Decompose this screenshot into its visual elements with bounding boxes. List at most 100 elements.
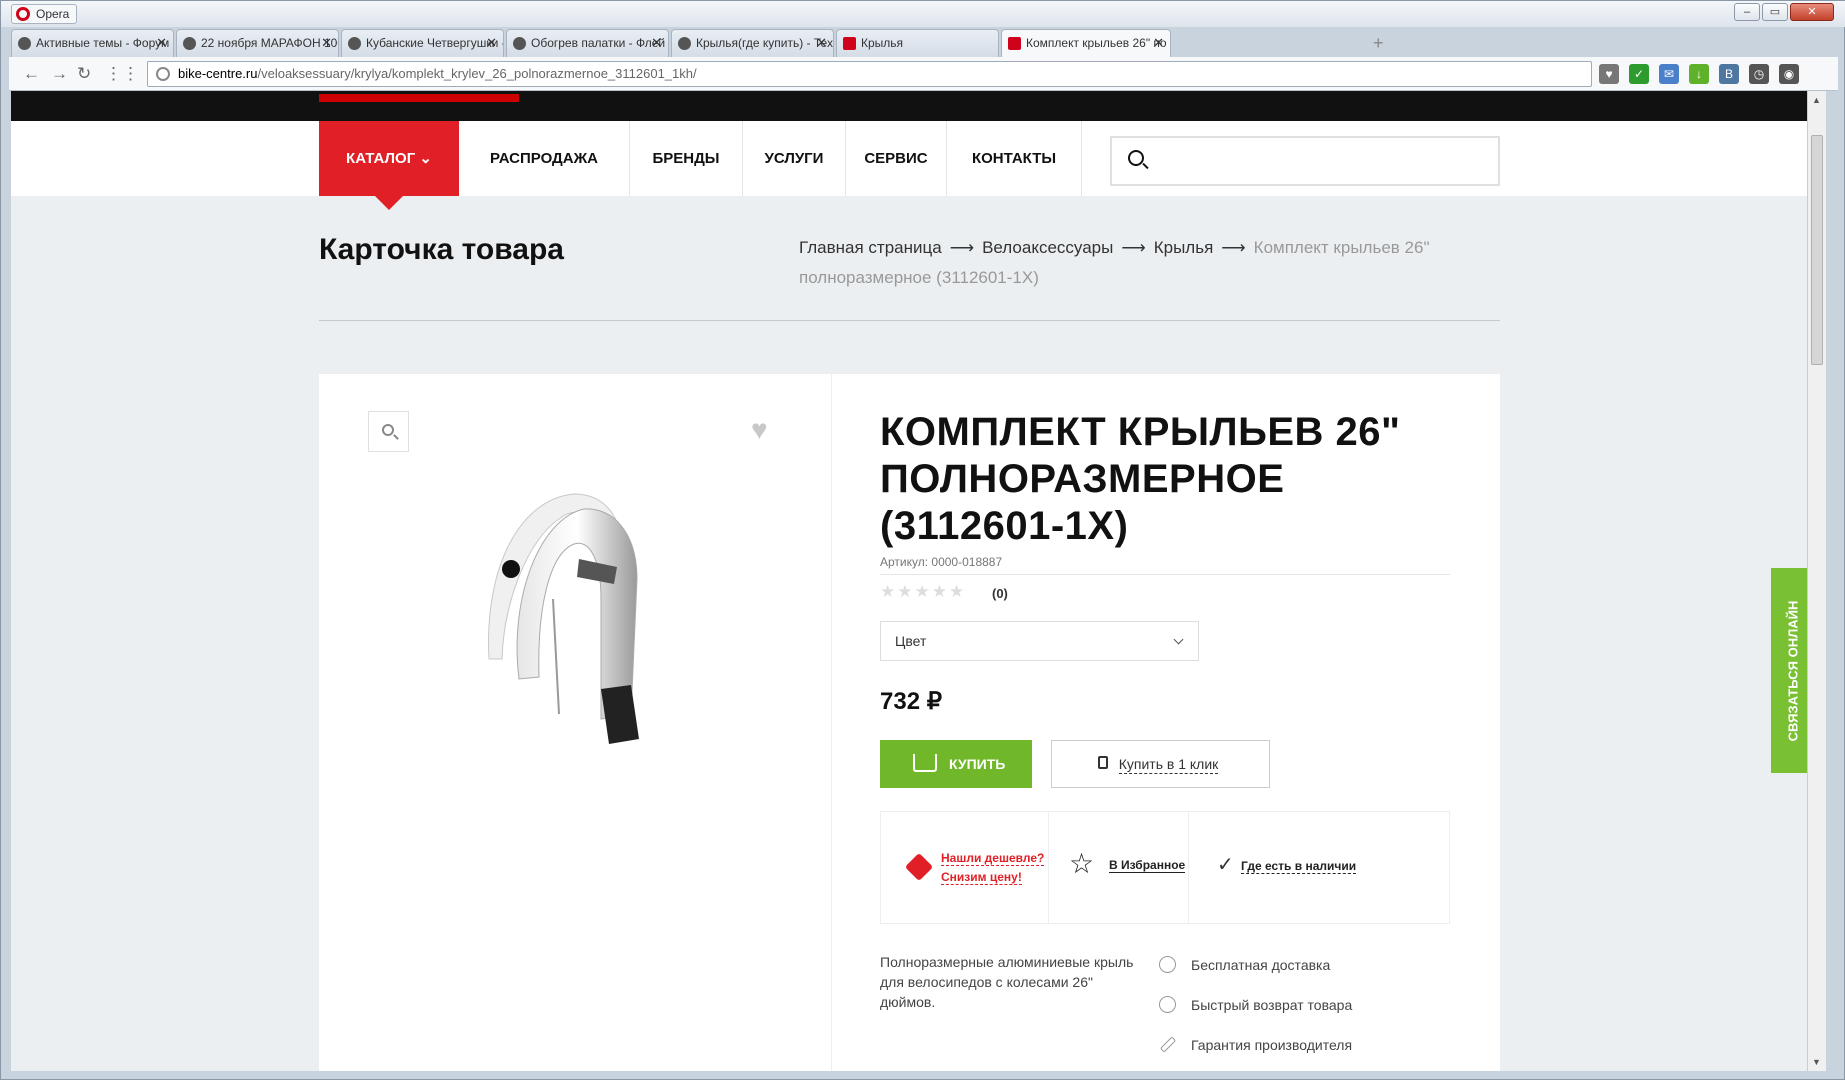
breadcrumb-arrow-icon: ⟶	[1121, 238, 1146, 257]
online-chat-label: СВЯЗАТЬСЯ ОНЛАЙН	[1785, 600, 1801, 741]
shield-icon[interactable]: ✓	[1629, 64, 1649, 84]
mail-icon[interactable]: ✉	[1659, 64, 1679, 84]
tab-title: Крылья	[861, 36, 904, 50]
menu-catalog[interactable]: КАТАЛОГ ⌄	[319, 121, 459, 196]
cheaper-block[interactable]: Нашли дешевле? Снизим цену!	[881, 812, 1049, 923]
divider	[880, 574, 1450, 575]
account-icon[interactable]: ◉	[1779, 64, 1799, 84]
tab-title: Комплект крыльев 26" по	[1026, 36, 1167, 50]
online-chat-button[interactable]: СВЯЗАТЬСЯ ОНЛАЙН	[1771, 568, 1807, 773]
bc-favicon-icon	[843, 37, 856, 50]
forward-icon[interactable]: →	[51, 64, 68, 84]
heart-icon[interactable]: ♥	[1599, 64, 1619, 84]
card-divider	[831, 374, 832, 1071]
close-tab-icon[interactable]: ✕	[651, 30, 662, 56]
search-input[interactable]	[1110, 136, 1500, 186]
download-icon[interactable]: ↓	[1689, 64, 1709, 84]
one-click-label: Купить в 1 клик	[1118, 756, 1219, 774]
site-top-strip	[11, 91, 1807, 121]
browser-tab[interactable]: Кубанские Четвергушки - ✕	[341, 29, 504, 57]
perk-label: Гарантия производителя	[1191, 1037, 1353, 1053]
browser-tab-active[interactable]: Комплект крыльев 26" по ✕	[1001, 29, 1171, 58]
back-icon[interactable]: ←	[23, 64, 40, 84]
browser-tab[interactable]: Крылья	[836, 29, 999, 57]
address-bar: ← → ↻ ⋮⋮ bike-centre.ru/veloaksessuary/k…	[9, 57, 1838, 91]
search-icon[interactable]	[1128, 150, 1144, 166]
browser-tab[interactable]: 22 ноября МАРАФОН 100 ✕	[176, 29, 339, 57]
maximize-icon[interactable]: ▭	[1762, 3, 1788, 21]
site-info-icon[interactable]	[156, 67, 170, 81]
tab-bar: Активные темы - Форум ✕ 22 ноября МАРАФОН…	[11, 29, 1836, 58]
site-favicon-icon	[678, 37, 691, 50]
opera-logo-icon	[16, 7, 30, 21]
catalog-pointer	[375, 196, 403, 210]
menu-brands[interactable]: БРЕНДЫ	[630, 121, 743, 196]
url-input[interactable]: bike-centre.ru/veloaksessuary/krylya/kom…	[147, 61, 1592, 87]
close-tab-icon[interactable]: ✕	[1153, 30, 1164, 56]
page-scrollbar[interactable]: ▲ ▼	[1807, 91, 1826, 1071]
cheaper-line1: Нашли дешевле?	[941, 851, 1045, 866]
main-menu: КАТАЛОГ ⌄ РАСПРОДАЖА БРЕНДЫ УСЛУГИ СЕРВИ…	[11, 121, 1807, 196]
menu-contacts[interactable]: КОНТАКТЫ	[947, 121, 1082, 196]
buy-button[interactable]: КУПИТЬ	[880, 740, 1032, 788]
breadcrumb-fenders[interactable]: Крылья	[1154, 238, 1214, 257]
browser-tab[interactable]: Крылья(где купить) - Тех ✕	[671, 29, 834, 57]
vk-icon[interactable]: В	[1719, 64, 1739, 84]
opera-menu-button[interactable]: Opera	[11, 4, 77, 24]
close-tab-icon[interactable]: ✕	[321, 30, 332, 56]
reload-icon[interactable]: ↻	[77, 64, 91, 84]
menu-services[interactable]: УСЛУГИ	[743, 121, 846, 196]
color-select-label: Цвет	[895, 633, 927, 649]
app-name: Opera	[36, 7, 70, 21]
close-tab-icon[interactable]: ✕	[156, 30, 167, 56]
browser-window: Opera – ▭ ✕ Активные темы - Форум ✕ 22 но…	[0, 0, 1845, 1080]
page-title: Карточка товара	[319, 233, 564, 266]
favorites-block[interactable]: ☆ В Избранное	[1049, 812, 1189, 923]
close-tab-icon[interactable]: ✕	[816, 30, 827, 56]
wrench-icon	[1159, 1036, 1177, 1053]
zoom-button[interactable]	[368, 411, 409, 452]
gear-icon	[1159, 956, 1176, 973]
site-favicon-icon	[18, 37, 31, 50]
star-icon: ☆	[1069, 848, 1095, 879]
menu-sale[interactable]: РАСПРОДАЖА	[459, 121, 630, 196]
tab-title: Обогрев палатки - Флей	[531, 36, 666, 50]
perk-warranty: Гарантия производителя	[1159, 1034, 1352, 1056]
product-image[interactable]	[369, 449, 769, 749]
browser-tab[interactable]: Активные темы - Форум ✕	[11, 29, 174, 57]
bag-icon	[1098, 756, 1108, 769]
tab-title: Крылья(где купить) - Тех	[696, 36, 833, 50]
extension-icons: ♥ ✓ ✉ ↓ В ◷ ◉	[1599, 64, 1799, 84]
product-description: Полноразмерные алюминиевые крыль для вел…	[880, 954, 1134, 1010]
scroll-up-icon[interactable]: ▲	[1812, 95, 1821, 105]
menu-service[interactable]: СЕРВИС	[846, 121, 947, 196]
reviews-count[interactable]: (0)	[992, 586, 1008, 601]
minimize-icon[interactable]: –	[1734, 3, 1760, 21]
clock-icon[interactable]: ◷	[1749, 64, 1769, 84]
url-path: /veloaksessuary/krylya/komplekt_krylev_2…	[257, 66, 697, 81]
color-select[interactable]: Цвет	[880, 621, 1199, 661]
breadcrumb-accessories[interactable]: Велоаксессуары	[982, 238, 1113, 257]
cart-icon	[913, 754, 937, 772]
close-tab-icon[interactable]: ✕	[486, 30, 497, 56]
cheaper-offer[interactable]: Нашли дешевле? Снизим цену!	[941, 849, 1045, 887]
tab-title: Кубанские Четвергушки -	[366, 36, 504, 50]
add-to-favorites-link[interactable]: В Избранное	[1109, 858, 1186, 873]
speed-dial-icon[interactable]: ⋮⋮	[105, 64, 139, 84]
url-host: bike-centre.ru	[178, 66, 258, 81]
heart-icon[interactable]: ♥	[751, 416, 768, 444]
site-favicon-icon	[513, 37, 526, 50]
new-tab-icon[interactable]: +	[1373, 33, 1384, 54]
one-click-buy-button[interactable]: Купить в 1 клик	[1051, 740, 1270, 788]
availability-block[interactable]: ✓ Где есть в наличии	[1189, 812, 1451, 923]
scroll-thumb[interactable]	[1811, 135, 1823, 365]
browser-tab[interactable]: Обогрев палатки - Флей ✕	[506, 29, 669, 57]
divider	[319, 320, 1500, 321]
close-window-icon[interactable]: ✕	[1790, 3, 1834, 21]
scroll-down-icon[interactable]: ▼	[1812, 1057, 1821, 1067]
availability-link[interactable]: Где есть в наличии	[1241, 859, 1357, 874]
breadcrumb-home[interactable]: Главная страница	[799, 238, 942, 257]
title-bar: Opera – ▭ ✕	[1, 1, 1845, 27]
rating-stars-icon[interactable]: ★★★★★	[880, 582, 966, 602]
site-logo[interactable]	[319, 94, 519, 102]
